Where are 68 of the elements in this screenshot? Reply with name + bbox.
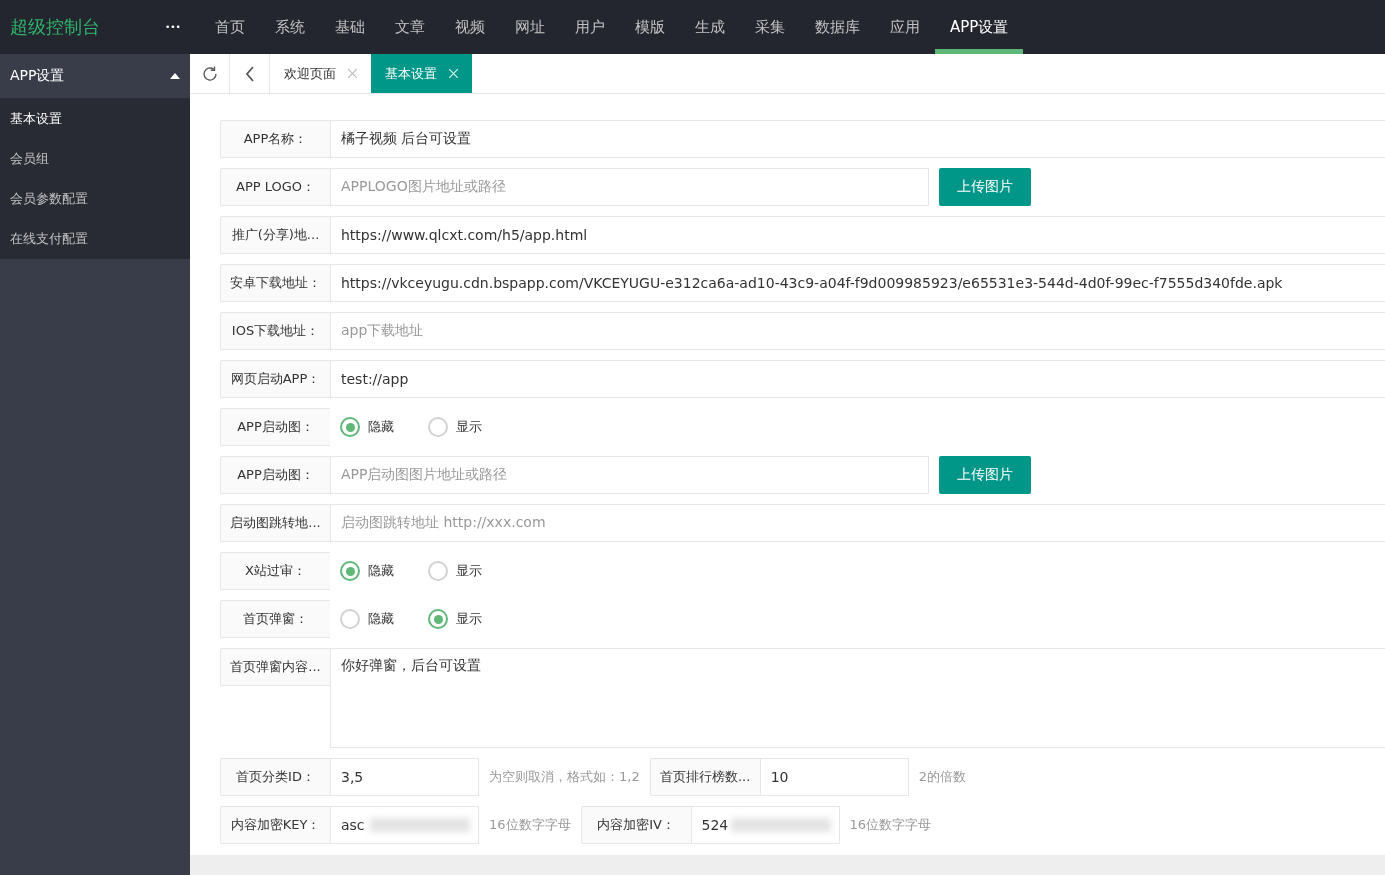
input-field[interactable]: 橘子视频 后台可设置 xyxy=(330,120,1385,158)
radio-button[interactable] xyxy=(340,561,360,581)
upload-button[interactable]: 上传图片 xyxy=(939,456,1031,494)
console-title: 超级控制台 xyxy=(9,15,101,39)
field-label: APP名称： xyxy=(220,120,330,158)
radio-label: 显示 xyxy=(456,610,482,628)
nav-item[interactable]: 基础 xyxy=(320,0,380,54)
field-label: 推广(分享)地... xyxy=(220,216,330,254)
radio-label: 显示 xyxy=(456,562,482,580)
radio-button[interactable] xyxy=(340,417,360,437)
nav-item[interactable]: 文章 xyxy=(380,0,440,54)
nav-item[interactable]: 数据库 xyxy=(800,0,875,54)
field-label: 安卓下载地址： xyxy=(220,264,330,302)
nav-item[interactable]: 系统 xyxy=(260,0,320,54)
field-label: 网页启动APP： xyxy=(220,360,330,398)
field-label: 首页弹窗： xyxy=(220,600,330,638)
sidebar-item[interactable]: 在线支付配置 xyxy=(0,219,190,259)
chevron-left-icon xyxy=(244,65,255,82)
field-label: 首页排行榜数... xyxy=(649,758,760,796)
close-icon[interactable] xyxy=(348,69,357,78)
more-menu[interactable]: ••• xyxy=(165,0,200,54)
field-label: APP LOGO： xyxy=(220,168,330,206)
sidebar-item[interactable]: 基本设置 xyxy=(0,99,190,139)
input-field[interactable]: 10 xyxy=(759,758,909,796)
field-label: X站过审： xyxy=(220,552,330,590)
nav-item[interactable]: 用户 xyxy=(560,0,620,54)
text-area[interactable]: 你好弹窗，后台可设置 xyxy=(330,648,1385,748)
input-field[interactable]: asc xyxy=(330,806,479,844)
field-label: 启动图跳转地... xyxy=(220,504,330,542)
radio-button[interactable] xyxy=(428,561,448,581)
field-label: APP启动图： xyxy=(220,456,330,494)
field-hint: 2的倍数 xyxy=(917,768,967,786)
field-label: 首页分类ID： xyxy=(220,758,330,796)
nav-item[interactable]: 网址 xyxy=(500,0,560,54)
radio-label: 显示 xyxy=(456,418,482,436)
page-tab[interactable]: 基本设置 xyxy=(371,54,472,93)
field-label: 内容加密IV： xyxy=(580,806,691,844)
upload-button[interactable]: 上传图片 xyxy=(939,168,1031,206)
radio-label: 隐藏 xyxy=(368,418,394,436)
radio-button[interactable] xyxy=(340,609,360,629)
nav-item[interactable]: 模版 xyxy=(620,0,680,54)
field-hint: 16位数字字母 xyxy=(848,816,933,834)
field-label: 内容加密KEY： xyxy=(220,806,330,844)
field-label: 首页弹窗内容... xyxy=(220,648,330,686)
input-field[interactable]: 524 xyxy=(690,806,840,844)
caret-icon xyxy=(170,73,180,79)
field-label: IOS下载地址： xyxy=(220,312,330,350)
group-label: APP设置 xyxy=(10,67,65,85)
nav-item[interactable]: 生成 xyxy=(680,0,740,54)
nav-item[interactable]: APP设置 xyxy=(935,0,1024,54)
sidebar-item[interactable]: 会员参数配置 xyxy=(0,179,190,219)
field-hint: 16位数字字母 xyxy=(488,816,572,834)
radio-label: 隐藏 xyxy=(368,562,394,580)
radio-label: 隐藏 xyxy=(368,610,394,628)
nav-item[interactable]: 应用 xyxy=(875,0,935,54)
sidebar-item[interactable]: 会员组 xyxy=(0,139,190,179)
nav-item[interactable]: 首页 xyxy=(200,0,260,54)
field-hint: 为空则取消，格式如：1,2 xyxy=(488,768,641,786)
input-field[interactable]: https://vkceyugu.cdn.bspapp.com/VKCEYUGU-e312ca6a-ad10-43c9-a04f-f9d009985923/e65531e3-544d-4d0f-99ec-f7555d340fde.apk xyxy=(330,264,1385,302)
radio-button[interactable] xyxy=(428,417,448,437)
refresh-icon xyxy=(200,64,219,83)
input-field[interactable]: test://app xyxy=(330,360,1385,398)
input-field[interactable]: https://www.qlcxt.com/h5/app.html xyxy=(330,216,1385,254)
input-field[interactable]: 3,5 xyxy=(330,758,479,796)
field-label: APP启动图： xyxy=(220,408,330,446)
nav-item[interactable]: 采集 xyxy=(740,0,800,54)
radio-button[interactable] xyxy=(428,609,448,629)
nav-item[interactable]: 视频 xyxy=(440,0,500,54)
